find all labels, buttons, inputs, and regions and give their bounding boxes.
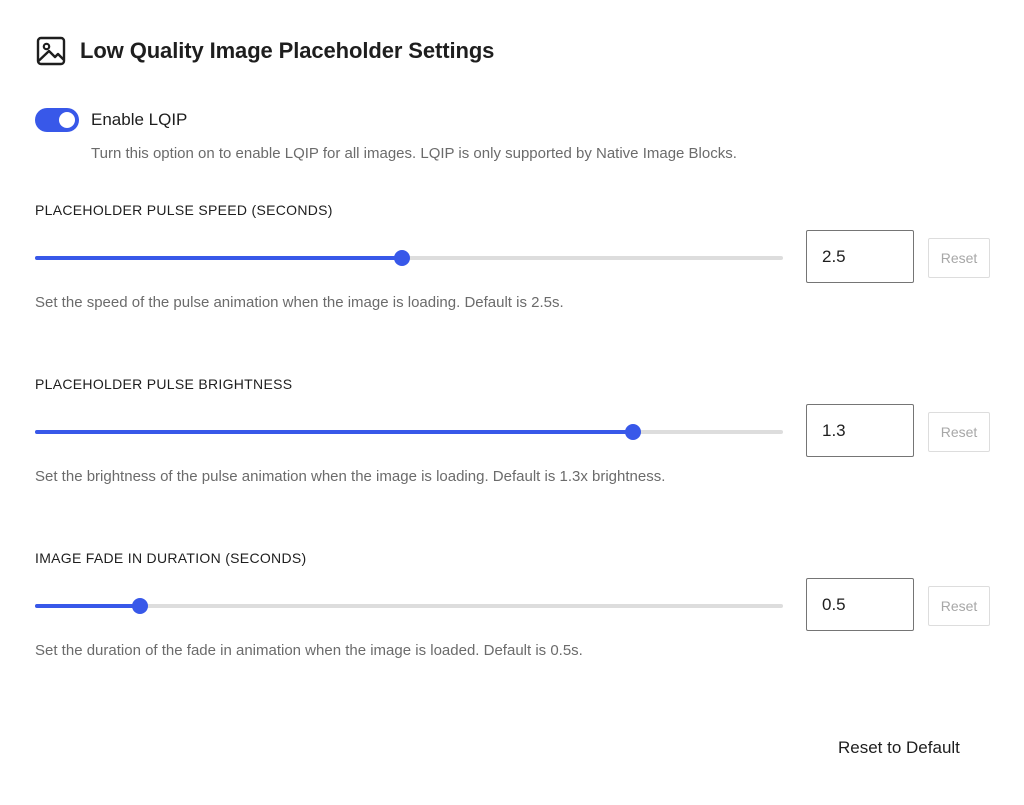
toggle-knob (59, 112, 75, 128)
enable-lqip-help: Turn this option on to enable LQIP for a… (91, 145, 737, 162)
setting-title: PLACEHOLDER PULSE BRIGHTNESS (35, 376, 293, 392)
setting-pulse-brightness: PLACEHOLDER PULSE BRIGHTNESS Reset Set t… (35, 376, 995, 526)
image-icon (36, 36, 66, 66)
setting-help: Set the brightness of the pulse animatio… (35, 468, 666, 485)
enable-lqip-toggle[interactable] (35, 108, 79, 132)
lqip-toggle-row: Enable LQIP (35, 108, 187, 132)
slider-thumb[interactable] (131, 598, 148, 614)
fade-in-duration-reset-button[interactable]: Reset (928, 586, 990, 626)
pulse-speed-slider[interactable] (35, 250, 783, 266)
setting-title: IMAGE FADE IN DURATION (SECONDS) (35, 550, 307, 566)
setting-fade-in-duration: IMAGE FADE IN DURATION (SECONDS) Reset S… (35, 550, 995, 700)
fade-in-duration-slider[interactable] (35, 598, 783, 614)
pulse-brightness-input[interactable] (806, 404, 914, 457)
setting-title: PLACEHOLDER PULSE SPEED (SECONDS) (35, 202, 333, 218)
setting-help: Set the duration of the fade in animatio… (35, 642, 583, 659)
slider-thumb[interactable] (393, 250, 410, 266)
pulse-brightness-reset-button[interactable]: Reset (928, 412, 990, 452)
fade-in-duration-input[interactable] (806, 578, 914, 631)
slider-thumb[interactable] (625, 424, 642, 440)
page-title: Low Quality Image Placeholder Settings (80, 38, 495, 63)
setting-help: Set the speed of the pulse animation whe… (35, 294, 564, 311)
setting-pulse-speed: PLACEHOLDER PULSE SPEED (SECONDS) Reset … (35, 202, 995, 352)
pulse-brightness-slider[interactable] (35, 424, 783, 440)
slider-fill (35, 430, 634, 434)
enable-lqip-label: Enable LQIP (91, 110, 188, 129)
pulse-speed-input[interactable] (806, 230, 914, 283)
reset-to-default-button[interactable]: Reset to Default (828, 732, 970, 764)
slider-fill (35, 256, 402, 260)
settings-header: Low Quality Image Placeholder Settings (36, 35, 494, 67)
pulse-speed-reset-button[interactable]: Reset (928, 238, 990, 278)
slider-fill (35, 604, 140, 608)
